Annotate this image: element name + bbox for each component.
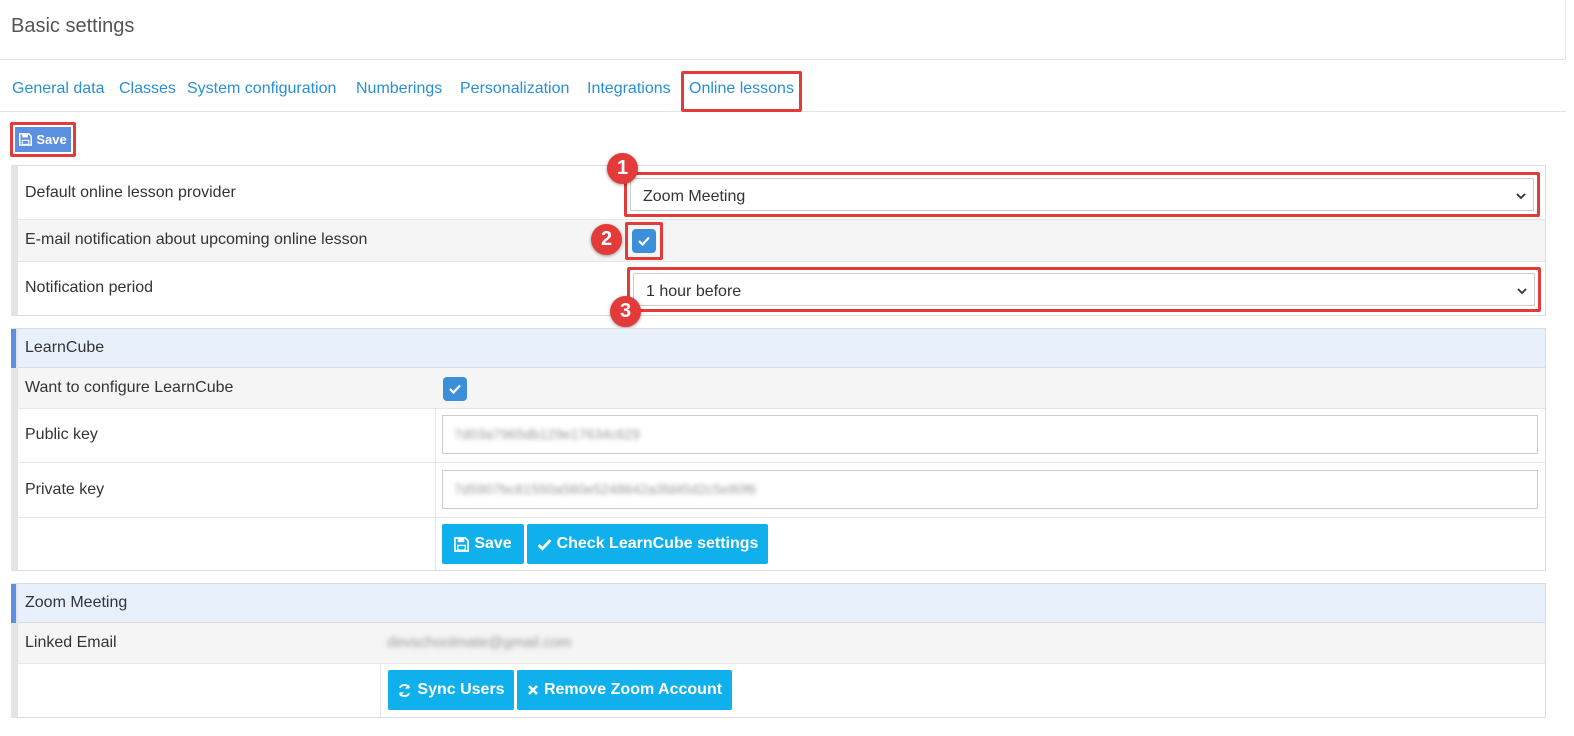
close-icon — [528, 685, 538, 695]
period-label: Notification period — [25, 279, 154, 296]
public-key-value: 7d03a7965db129e17634c629 — [454, 426, 641, 442]
email-notification-label: E-mail notification about upcoming onlin… — [25, 231, 368, 248]
tab-classes[interactable]: Classes — [119, 80, 176, 98]
column-divider — [380, 664, 381, 717]
check-learncube-button[interactable]: Check LearnCube settings — [527, 524, 768, 564]
linked-email-label: Linked Email — [25, 634, 117, 651]
section-accent — [11, 584, 16, 623]
learncube-header: LearnCube — [11, 329, 1545, 368]
provider-select[interactable]: Zoom Meeting — [630, 178, 1534, 211]
linked-email-value: devschoolmate@gmail.com — [387, 634, 572, 651]
page-header: Basic settings — [0, 0, 1566, 60]
annotation-badge-2: 2 — [591, 224, 622, 255]
private-key-label: Private key — [25, 481, 105, 498]
tab-bar: General data Classes System configuratio… — [0, 60, 1566, 112]
page-title: Basic settings — [11, 15, 135, 37]
annotation-badge-3: 3 — [610, 296, 641, 327]
annotation-badge-1: 1 — [607, 153, 638, 184]
private-key-value: 7d5907bc61550a560e5248642a3fd45d2c5e80f6 — [454, 481, 757, 497]
public-key-label: Public key — [25, 426, 98, 443]
save-button-label: Save — [36, 132, 67, 147]
public-key-input[interactable]: 7d03a7965db129e17634c629 — [442, 415, 1538, 454]
chevron-down-icon — [1517, 288, 1527, 295]
tab-integrations[interactable]: Integrations — [587, 80, 671, 98]
learncube-save-label: Save — [474, 535, 512, 552]
tab-personalization[interactable]: Personalization — [460, 80, 569, 98]
learncube-title: LearnCube — [25, 339, 105, 356]
zoom-header: Zoom Meeting — [11, 584, 1545, 623]
refresh-icon — [399, 683, 411, 697]
save-button[interactable]: Save — [15, 127, 71, 152]
zoom-panel: Zoom Meeting Linked Email devschoolmate@… — [11, 583, 1546, 718]
provider-select-highlight: Zoom Meeting — [624, 172, 1540, 217]
email-notification-row: E-mail notification about upcoming onlin… — [18, 220, 1545, 262]
zoom-title: Zoom Meeting — [25, 594, 128, 611]
tab-system-configuration[interactable]: System configuration — [187, 80, 336, 98]
sync-users-button[interactable]: Sync Users — [388, 670, 514, 710]
period-select-value: 1 hour before — [646, 283, 742, 300]
tab-numberings[interactable]: Numberings — [356, 80, 442, 98]
checkmark-icon — [449, 384, 461, 395]
chevron-down-icon — [1516, 193, 1526, 200]
provider-label: Default online lesson provider — [25, 184, 236, 201]
section-accent — [11, 329, 16, 368]
learncube-configure-row: Want to configure LearnCube — [18, 368, 1545, 409]
period-select-highlight: 1 hour before — [627, 267, 1541, 312]
floppy-disk-icon — [454, 536, 470, 552]
save-button-highlight: Save — [10, 122, 76, 157]
remove-zoom-account-label: Remove Zoom Account — [543, 681, 723, 698]
learncube-configure-label: Want to configure LearnCube — [25, 379, 234, 396]
linked-email-row: Linked Email devschoolmate@gmail.com — [18, 623, 1545, 664]
checkmark-icon — [638, 236, 650, 247]
zoom-actions-row — [18, 664, 1545, 718]
period-select[interactable]: 1 hour before — [633, 273, 1535, 306]
learncube-configure-checkbox[interactable] — [443, 377, 467, 401]
learncube-save-button[interactable]: Save — [442, 524, 524, 564]
tab-general-data[interactable]: General data — [12, 80, 105, 98]
tab-online-lessons[interactable]: Online lessons — [689, 80, 794, 98]
learncube-actions-row — [18, 518, 1545, 571]
provider-select-value: Zoom Meeting — [643, 188, 746, 205]
email-notification-checkbox[interactable] — [632, 229, 656, 253]
floppy-disk-icon — [19, 133, 33, 146]
sync-users-label: Sync Users — [417, 681, 505, 698]
check-learncube-label: Check LearnCube settings — [556, 535, 759, 552]
column-divider — [435, 409, 436, 570]
remove-zoom-account-button[interactable]: Remove Zoom Account — [517, 670, 732, 710]
private-key-input[interactable]: 7d5907bc61550a560e5248642a3fd45d2c5e80f6 — [442, 470, 1538, 509]
check-icon — [537, 538, 551, 551]
